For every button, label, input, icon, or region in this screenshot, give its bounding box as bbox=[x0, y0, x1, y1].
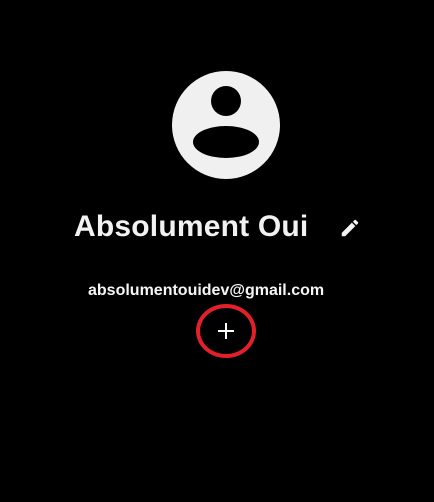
edit-name-button[interactable] bbox=[338, 216, 362, 240]
profile-name-row: Absolument Oui bbox=[0, 205, 434, 249]
add-button[interactable] bbox=[196, 304, 256, 358]
profile-display-name: Absolument Oui bbox=[74, 210, 309, 243]
avatar-icon bbox=[172, 71, 280, 179]
profile-email: absolumentouidev@gmail.com bbox=[88, 282, 325, 299]
plus-icon bbox=[218, 323, 234, 339]
pencil-icon bbox=[341, 219, 359, 237]
